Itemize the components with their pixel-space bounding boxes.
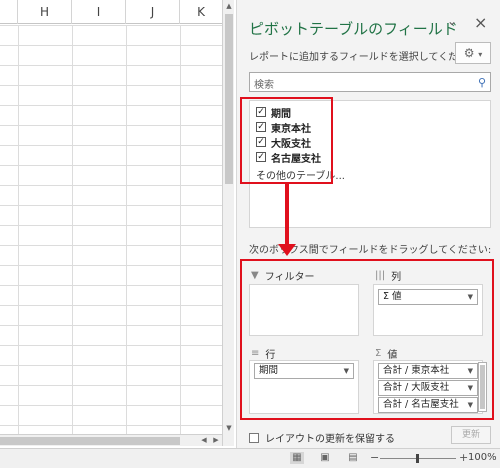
highlight-box-areas: [240, 259, 494, 420]
zoom-out-icon[interactable]: −: [370, 451, 379, 464]
status-bar: ▦ ▣ ▤ − + 100%: [0, 448, 500, 468]
zoom-in-icon[interactable]: +: [459, 451, 468, 464]
search-field[interactable]: 検索 ⚲: [249, 72, 491, 92]
grid-line: [180, 25, 181, 436]
column-header-row: H I J K: [0, 0, 222, 24]
settings-button[interactable]: ⚙ ▾: [455, 42, 491, 64]
search-icon[interactable]: ⚲: [478, 76, 486, 89]
close-icon[interactable]: ×: [474, 13, 487, 32]
scroll-left-icon[interactable]: ◀: [198, 435, 210, 447]
scroll-thumb[interactable]: [225, 14, 233, 184]
pane-title: ピボットテーブルのフィールド: [249, 20, 458, 38]
pane-options-icon[interactable]: ⌄: [447, 14, 457, 28]
defer-label: レイアウトの更新を保留する: [265, 434, 395, 445]
horizontal-scrollbar[interactable]: ◀ ▶: [0, 434, 222, 446]
zoom-level[interactable]: 100%: [468, 452, 497, 463]
pane-subtitle: レポートに追加するフィールドを選択してください:: [249, 52, 482, 63]
checkbox[interactable]: [249, 432, 259, 443]
defer-layout-update[interactable]: レイアウトの更新を保留する: [249, 430, 395, 445]
normal-view-icon[interactable]: ▦: [290, 452, 304, 464]
grid-line: [126, 25, 127, 436]
column-header-j[interactable]: J: [126, 0, 180, 24]
scroll-right-icon[interactable]: ▶: [210, 435, 222, 447]
grid-line: [72, 25, 73, 436]
annotation-arrow-head: [278, 244, 296, 256]
annotation-arrow: [285, 184, 289, 246]
page-layout-view-icon[interactable]: ▣: [318, 452, 332, 464]
column-header-h[interactable]: H: [18, 0, 72, 24]
column-header-k[interactable]: K: [180, 0, 222, 24]
cell-grid[interactable]: [0, 25, 222, 436]
search-input[interactable]: 検索: [254, 76, 274, 91]
highlight-box-fields: [240, 97, 333, 184]
spreadsheet-grid[interactable]: H I J K: [0, 0, 222, 446]
page-break-view-icon[interactable]: ▤: [346, 452, 360, 464]
scroll-down-icon[interactable]: ▼: [223, 422, 235, 434]
column-header-i[interactable]: I: [72, 0, 126, 24]
chevron-down-icon: ▾: [478, 50, 483, 59]
zoom-slider-knob[interactable]: [416, 454, 419, 463]
vertical-scrollbar[interactable]: ▲ ▼: [222, 0, 234, 446]
update-button[interactable]: 更新: [451, 426, 491, 444]
scroll-thumb[interactable]: [0, 437, 180, 445]
column-header-partial[interactable]: [0, 0, 18, 24]
gear-icon: ⚙: [463, 46, 475, 60]
grid-line: [18, 25, 19, 436]
scroll-up-icon[interactable]: ▲: [223, 0, 235, 12]
